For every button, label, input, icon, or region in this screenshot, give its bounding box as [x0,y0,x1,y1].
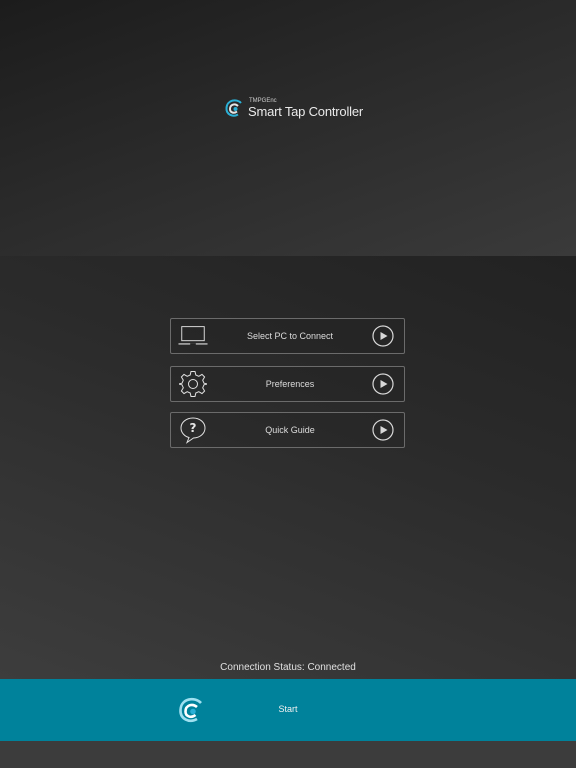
quick-guide-label: Quick Guide [265,425,315,435]
app-logo: TMPGEnc Smart Tap Controller [224,96,363,120]
bottom-strip [0,741,576,768]
header-panel [0,0,576,256]
play-arrow-icon [372,419,394,441]
svg-text:?: ? [190,421,197,435]
preferences-label: Preferences [265,379,315,389]
select-pc-label: Select PC to Connect [246,331,334,341]
play-arrow-icon [372,325,394,347]
gear-icon [178,369,208,399]
wave-logo-icon [225,99,242,117]
preferences-button[interactable]: Preferences [170,366,405,402]
start-button[interactable]: Start [0,679,576,741]
app-title: Smart Tap Controller [248,104,363,119]
quick-guide-button[interactable]: ? Quick Guide [170,412,405,448]
select-pc-button[interactable]: Select PC to Connect [170,318,405,354]
help-bubble-icon: ? [178,415,208,445]
laptop-icon [178,321,208,351]
connection-status: Connection Status: Connected [220,662,356,673]
play-arrow-icon [372,373,394,395]
start-label: Start [278,704,298,714]
